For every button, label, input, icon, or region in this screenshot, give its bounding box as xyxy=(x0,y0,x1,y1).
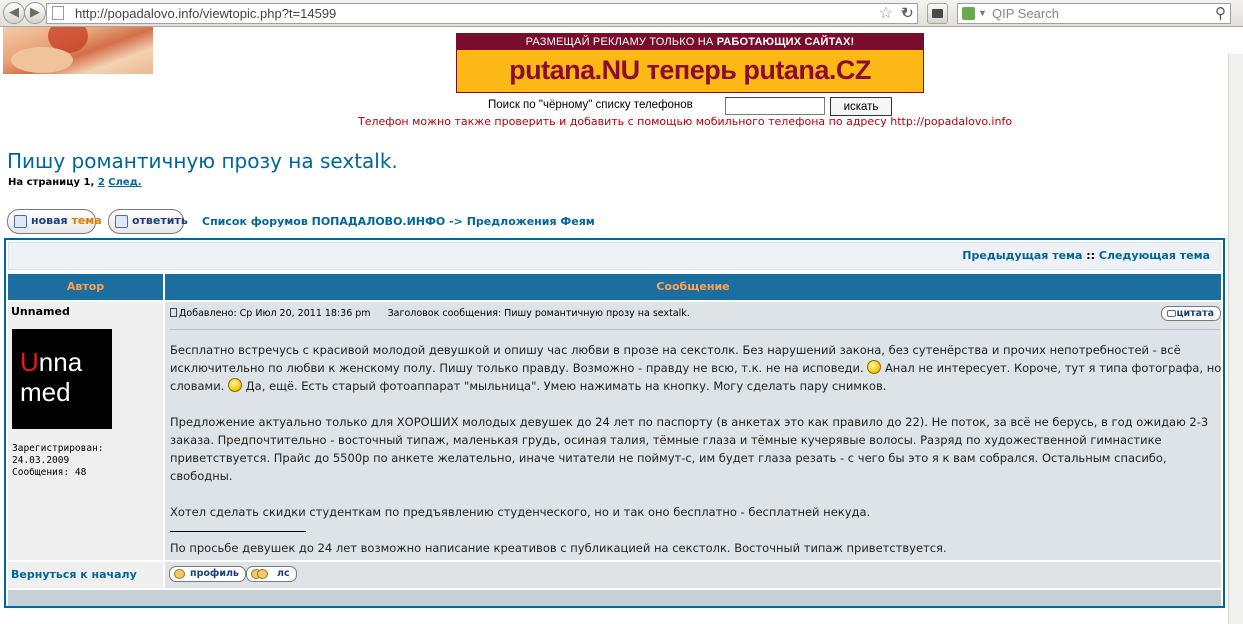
page-2-link[interactable]: 2 xyxy=(98,177,105,188)
topic-title[interactable]: Пишу романтичную прозу на sextalk. xyxy=(7,149,398,173)
address-bar[interactable]: http://popadalovo.info/viewtopic.php?t=1… xyxy=(46,3,918,24)
back-button[interactable]: ◀ xyxy=(3,2,25,24)
search-placeholder: QIP Search xyxy=(992,6,1059,21)
author-info: Зарегистрирован: 24.03.2009 Сообщения: 4… xyxy=(12,443,104,478)
post-author-cell: Unnamed Unna med Зарегистрирован: 24.03.… xyxy=(8,302,163,560)
back-to-top-link[interactable]: Вернуться к началу xyxy=(8,562,163,588)
next-topic-link[interactable]: Следующая тема xyxy=(1099,249,1210,262)
profile-button[interactable]: профиль xyxy=(169,566,246,582)
reload-icon[interactable]: ↻ xyxy=(897,3,918,24)
avatar: Unna med xyxy=(12,329,112,429)
bookmark-star-icon[interactable]: ☆ xyxy=(879,4,893,23)
profile-icon xyxy=(174,569,185,579)
post-message-cell: Добавлено: Ср Июл 20, 2011 18:36 pm Заго… xyxy=(165,302,1221,560)
message-column-header: Сообщение xyxy=(656,280,730,293)
private-message-button[interactable]: лс xyxy=(246,566,297,582)
smile-icon xyxy=(228,378,242,392)
site-logo[interactable] xyxy=(3,27,153,74)
post-footer-actions: профиль лс xyxy=(165,562,1221,588)
author-column-header: Автор xyxy=(66,280,105,293)
post-body: Бесплатно встречусь с красивой молодой д… xyxy=(170,341,1222,575)
search-icon[interactable]: ⚲ xyxy=(1215,4,1226,23)
meta-divider xyxy=(170,329,1220,330)
phone-note: Телефон можно также проверить и добавить… xyxy=(358,115,1013,128)
banner-main-text: putana.NU теперь putana.CZ xyxy=(509,55,871,85)
row-separator xyxy=(8,590,1221,606)
post-icon[interactable] xyxy=(170,308,177,317)
post-date: Добавлено: Ср Июл 20, 2011 18:36 pm xyxy=(179,308,371,319)
page-content: РАЗМЕЩАЙ РЕКЛАМУ ТОЛЬКО НА РАБОТАЮЩИХ СА… xyxy=(0,27,1243,624)
url-text: http://popadalovo.info/viewtopic.php?t=1… xyxy=(75,6,337,21)
reply-button[interactable]: ответить xyxy=(108,209,188,234)
author-name: Unnamed xyxy=(11,305,70,318)
search-engine-icon[interactable] xyxy=(962,7,975,20)
signature-divider xyxy=(170,531,306,532)
pm-icon-2 xyxy=(257,569,268,579)
search-bar[interactable]: ▼ QIP Search ⚲ xyxy=(957,3,1231,24)
ad-banner[interactable]: РАЗМЕЩАЙ РЕКЛАМУ ТОЛЬКО НА РАБОТАЮЩИХ СА… xyxy=(456,33,924,93)
quote-button[interactable]: цитата xyxy=(1161,306,1221,321)
forward-button[interactable]: ▶ xyxy=(24,2,46,24)
prev-topic-link[interactable]: Предыдущая тема xyxy=(962,249,1082,262)
phone-search-input[interactable] xyxy=(725,97,825,115)
addon-button[interactable] xyxy=(927,3,948,24)
new-topic-icon xyxy=(14,215,27,228)
browser-toolbar: ◀ ▶ http://popadalovo.info/viewtopic.php… xyxy=(0,0,1243,27)
post-subject: Заголовок сообщения: Пишу романтичную пр… xyxy=(387,308,690,319)
next-page-link[interactable]: След. xyxy=(108,177,141,188)
breadcrumb[interactable]: Список форумов ПОПАДАЛОВО.ИНФО -> Предло… xyxy=(202,215,595,228)
pagination-label: На страницу 1, xyxy=(8,177,95,188)
pagination: На страницу 1, 2 След. xyxy=(8,177,142,188)
quote-icon xyxy=(1167,310,1176,317)
smile-icon xyxy=(867,360,882,374)
topic-navigation: Предыдущая тема :: Следующая тема xyxy=(8,242,1221,270)
phone-search-button[interactable]: искать xyxy=(830,97,892,116)
search-engine-dropdown-icon[interactable]: ▼ xyxy=(978,4,987,23)
post-paragraph: Бесплатно встречусь с красивой молодой д… xyxy=(170,343,1222,393)
forum-table: Предыдущая тема :: Следующая тема Автор … xyxy=(4,238,1225,608)
new-topic-button[interactable]: новая тема xyxy=(7,209,102,234)
table-header: Автор Сообщение xyxy=(8,274,1221,300)
signature: По просьбе девушек до 24 лет возможно на… xyxy=(170,541,947,555)
banner-top-text: РАЗМЕЩАЙ РЕКЛАМУ ТОЛЬКО НА РАБОТАЮЩИХ СА… xyxy=(457,34,923,50)
post-paragraph: Предложение актуально только для ХОРОШИХ… xyxy=(170,415,1209,483)
reply-icon xyxy=(115,215,128,228)
page-icon xyxy=(52,6,64,20)
vertical-scrollbar[interactable] xyxy=(1228,54,1243,624)
post-meta: Добавлено: Ср Июл 20, 2011 18:36 pm Заго… xyxy=(170,308,690,319)
post-paragraph: Хотел сделать скидки студенткам по предъ… xyxy=(170,505,871,519)
phone-search-label: Поиск по "чёрному" списку телефонов xyxy=(488,99,693,111)
